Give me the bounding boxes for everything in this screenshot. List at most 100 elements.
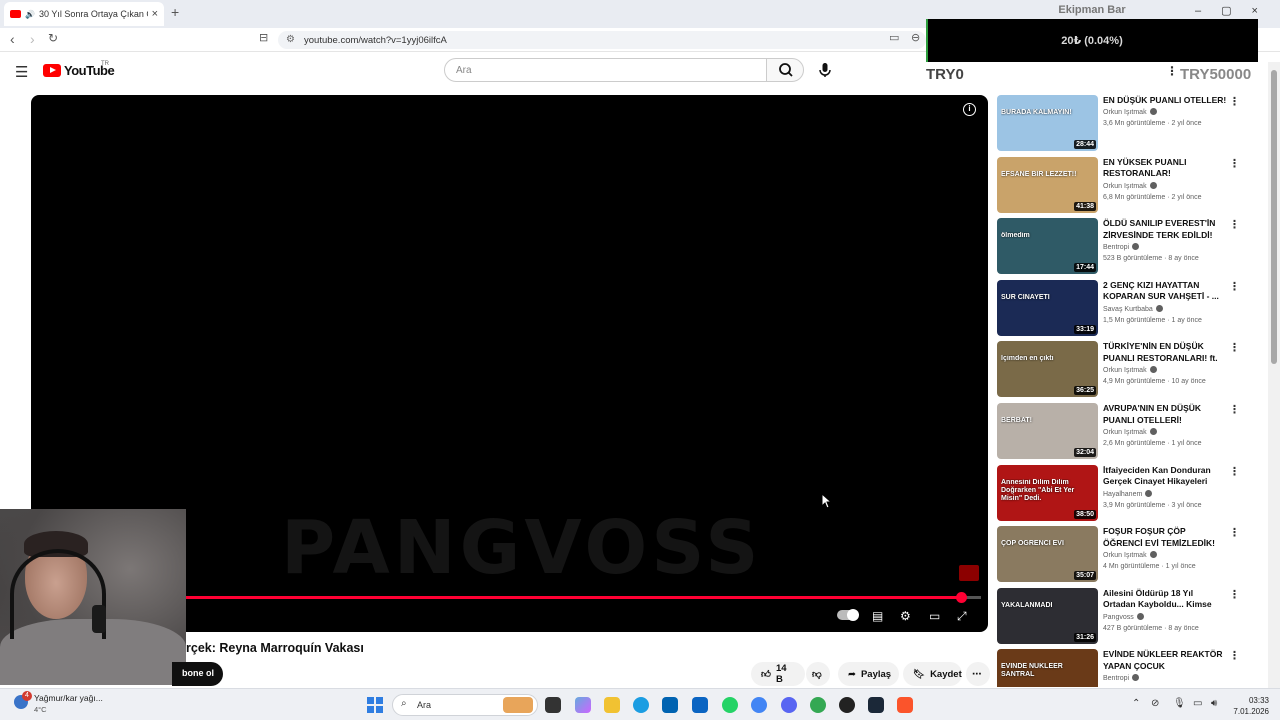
recommendation-title[interactable]: AVRUPA'NIN EN DÜŞÜK PUANLI OTELLERİ! [1103, 403, 1227, 426]
recommendation-item[interactable]: ÇÖP ÖĞRENCİ EVİ 35:07 FOŞUR FOŞUR ÇÖP ÖĞRE… [997, 526, 1245, 584]
recommendation-channel[interactable]: Orkun Işıtmak [1103, 366, 1157, 374]
recommendation-item[interactable]: Annesini Dilim Dilim Doğrarken "Abi Et Y… [997, 464, 1245, 523]
hamburger-menu-icon[interactable]: ☰ [15, 63, 28, 81]
search-button[interactable] [766, 58, 804, 82]
weather-widget[interactable]: 4 Yağmur/kar yağı... 4°C [14, 691, 103, 714]
window-controls[interactable]: –▢× [1195, 4, 1278, 17]
recommendation-channel[interactable]: Bentropi [1103, 243, 1140, 251]
recommendation-thumbnail[interactable]: Annesini Dilim Dilim Doğrarken "Abi Et Y… [997, 464, 1098, 521]
recommendation-thumbnail[interactable]: ölmedim 17:44 [997, 218, 1098, 275]
discord-icon[interactable] [781, 697, 797, 713]
fullscreen-icon[interactable]: ⤢ [957, 609, 967, 624]
chrome-icon[interactable] [751, 697, 767, 713]
recommendation-thumbnail[interactable]: YAKALANMADI 31:26 [997, 587, 1098, 644]
store-icon[interactable] [662, 697, 678, 713]
reload-icon[interactable]: ↻ [48, 31, 58, 45]
recommendation-thumbnail[interactable]: İçimden en çıktı 36:25 [997, 341, 1098, 398]
clock[interactable]: 03:33 7.01.2026 [1227, 695, 1269, 717]
recommendation-channel[interactable]: Orkun Işıtmak [1103, 551, 1157, 559]
info-icon[interactable]: i [963, 103, 976, 116]
more-options-icon[interactable]: ⋮ [1229, 157, 1240, 170]
recommendation-channel[interactable]: Orkun Işıtmak [1103, 181, 1157, 190]
recommendation-channel[interactable]: Hayalhanem [1103, 489, 1153, 498]
theater-mode-icon[interactable]: ▭ [929, 609, 940, 623]
subscribe-button[interactable]: bone ol [172, 662, 223, 686]
zoom-icon[interactable]: ⊖ [911, 31, 920, 44]
edge-icon[interactable] [633, 697, 649, 713]
tray-chevron-icon[interactable]: ⌃ [1132, 698, 1140, 709]
recommendation-channel[interactable]: Bentropi [1103, 674, 1140, 682]
back-icon[interactable]: ‹ [10, 31, 15, 47]
recommendation-channel[interactable]: Savaş Kurtbaba [1103, 304, 1163, 313]
microphone-icon[interactable] [815, 60, 835, 80]
outlook-icon[interactable] [692, 697, 708, 713]
file-explorer-icon[interactable] [604, 697, 620, 713]
recommendation-item[interactable]: ölmedim 17:44 ÖLDÜ SANILIP EVEREST'İN ZİRV… [997, 218, 1245, 276]
more-options-icon[interactable]: ⋮ [1229, 526, 1240, 539]
chrome-profile-icon[interactable] [810, 697, 826, 713]
bookmark-icon[interactable]: ⊟ [259, 31, 268, 44]
site-settings-icon[interactable]: ⚙ [286, 34, 295, 45]
recommendation-item[interactable]: BURADA KALMAYIN! 28:44 EN DÜŞÜK PUANLI OTE… [997, 95, 1245, 153]
recommendation-title[interactable]: İtfaiyeciden Kan Donduran Gerçek Cinayet… [1103, 465, 1227, 488]
forward-icon[interactable]: › [30, 31, 35, 47]
recommendation-title[interactable]: EN DÜŞÜK PUANLI OTELLER! [1103, 95, 1227, 107]
youtube-logo-icon[interactable] [43, 64, 61, 77]
task-view-icon[interactable] [545, 697, 561, 713]
recommendation-thumbnail[interactable]: EVİNDE NÜKLEER SANTRAL [997, 649, 1098, 687]
new-tab-button[interactable]: + [171, 4, 179, 20]
more-options-icon[interactable]: ⋮ [1166, 64, 1178, 78]
recommendation-thumbnail[interactable]: EFSANE BİR LEZZET!! 41:38 [997, 156, 1098, 213]
recommendation-thumbnail[interactable]: ÇÖP ÖĞRENCİ EVİ 35:07 [997, 526, 1098, 583]
recommendation-title[interactable]: 2 GENÇ KIZI HAYATTAN KOPARAN SUR VAHŞETİ… [1103, 280, 1227, 303]
recommendation-title[interactable]: Ailesini Öldürüp 18 Yıl Ortadan Kayboldu… [1103, 588, 1227, 611]
obs-icon[interactable] [839, 697, 855, 713]
autoplay-toggle[interactable] [837, 609, 859, 621]
scrollbar-thumb[interactable] [1271, 70, 1277, 364]
browser-tab[interactable]: 🔊 30 Yıl Sonra Ortaya Çıkan Ger × [4, 2, 164, 26]
recommendation-item[interactable]: SUR CİNAYETİ 33:19 2 GENÇ KIZI HAYATTAN KO… [997, 279, 1245, 338]
mic-tray-icon[interactable]: 🎙︎ [1173, 698, 1186, 709]
more-options-icon[interactable]: ⋮ [1229, 280, 1240, 293]
recommendation-title[interactable]: EVİNDE NÜKLEER REAKTÖR YAPAN ÇOCUK [1103, 649, 1227, 672]
more-options-icon[interactable]: ⋮ [1229, 218, 1240, 231]
wifi-icon[interactable]: ▭ [1193, 698, 1202, 709]
cast-icon[interactable]: ▭ [889, 31, 899, 44]
more-actions-button[interactable]: ⋯ [966, 662, 990, 686]
taskbar-search[interactable]: ⌕ Ara [392, 694, 538, 716]
subtitles-icon[interactable]: ▤ [872, 609, 883, 623]
recommendation-item[interactable]: EFSANE BİR LEZZET!! 41:38 EN YÜKSEK PUANLI… [997, 156, 1245, 215]
settings-icon[interactable]: ⚙ [900, 609, 911, 623]
recommendation-title[interactable]: EN YÜKSEK PUANLI RESTORANLAR! [1103, 157, 1227, 180]
video-progress-bar[interactable] [186, 592, 981, 603]
more-options-icon[interactable]: ⋮ [1229, 341, 1240, 354]
recommendation-thumbnail[interactable]: BERBAT! 32:04 [997, 403, 1098, 459]
more-options-icon[interactable]: ⋮ [1229, 588, 1240, 601]
copilot-icon[interactable] [575, 697, 591, 713]
volume-icon[interactable]: 🔊︎ [1211, 698, 1217, 709]
network-off-icon[interactable]: ⊘ [1151, 698, 1159, 709]
like-button[interactable]: 👍︎ 14 B [751, 662, 805, 686]
more-options-icon[interactable]: ⋮ [1229, 465, 1240, 478]
recommendation-thumbnail[interactable]: SUR CİNAYETİ 33:19 [997, 279, 1098, 336]
share-button[interactable]: ➦ Paylaş [838, 662, 899, 686]
channel-watermark-icon[interactable] [959, 565, 979, 581]
whatsapp-icon[interactable] [722, 697, 738, 713]
recommendation-channel[interactable]: Orkun Işıtmak [1103, 428, 1157, 436]
brave-icon[interactable] [897, 697, 913, 713]
recommendation-item[interactable]: BERBAT! 32:04 AVRUPA'NIN EN DÜŞÜK PUANLI O… [997, 403, 1245, 461]
recommendation-channel[interactable]: Pangvoss [1103, 612, 1144, 621]
search-input[interactable]: Ara [444, 58, 767, 82]
scrubber-handle[interactable] [956, 592, 968, 603]
recommendation-title[interactable]: TÜRKİYE'NİN EN DÜŞÜK PUANLI RESTORANLARI… [1103, 341, 1227, 364]
url-field[interactable]: ⚙ youtube.com/watch?v=1yyj06ilfcA [278, 31, 926, 49]
tab-close-icon[interactable]: × [152, 8, 158, 20]
steam-icon[interactable] [868, 697, 884, 713]
page-scrollbar[interactable] [1268, 62, 1280, 688]
recommendation-title[interactable]: FOŞUR FOŞUR ÇÖP ÖĞRENCİ EVİ TEMİZLEDİK! … [1103, 526, 1227, 549]
recommendation-title[interactable]: ÖLDÜ SANILIP EVEREST'İN ZİRVESİNDE TERK … [1103, 218, 1227, 241]
more-options-icon[interactable]: ⋮ [1229, 649, 1240, 662]
recommendation-item[interactable]: YAKALANMADI 31:26 Ailesini Öldürüp 18 Yıl … [997, 587, 1245, 646]
more-options-icon[interactable]: ⋮ [1229, 403, 1240, 416]
dislike-button[interactable]: 👎︎ [806, 662, 830, 686]
